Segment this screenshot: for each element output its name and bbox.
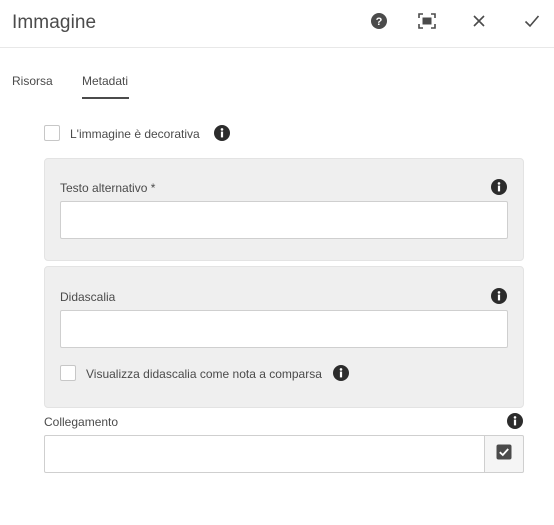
caption-popup-checkbox[interactable] — [60, 365, 76, 381]
fullscreen-icon — [418, 12, 436, 34]
close-button[interactable] — [465, 9, 493, 37]
close-icon — [472, 14, 486, 33]
caption-input[interactable] — [60, 310, 508, 348]
check-icon — [524, 14, 540, 33]
caption-popup-label: Visualizza didascalia come nota a compar… — [86, 367, 322, 381]
tab-risorsa[interactable]: Risorsa — [12, 74, 53, 88]
active-tab-indicator — [82, 97, 129, 99]
help-button[interactable]: ? — [365, 9, 393, 37]
decorative-checkbox[interactable] — [44, 125, 60, 141]
info-icon[interactable] — [333, 365, 349, 381]
dialog-header: Immagine ? — [0, 0, 554, 48]
link-picker-button[interactable] — [485, 435, 524, 473]
info-icon[interactable] — [491, 288, 507, 304]
fullscreen-button[interactable] — [413, 9, 441, 37]
caption-label: Didascalia — [60, 290, 116, 304]
alt-text-input[interactable] — [60, 201, 508, 239]
info-icon[interactable] — [507, 413, 523, 429]
dialog-title: Immagine — [12, 12, 97, 33]
info-icon[interactable] — [214, 125, 230, 141]
tab-metadati[interactable]: Metadati — [82, 74, 128, 88]
checkbox-checked-icon — [496, 444, 512, 465]
alt-text-label: Testo alternativo * — [60, 181, 156, 195]
link-input[interactable] — [44, 435, 485, 473]
help-icon: ? — [371, 12, 387, 34]
link-label: Collegamento — [44, 415, 119, 429]
decorative-label: L'immagine è decorativa — [70, 127, 200, 141]
svg-text:?: ? — [376, 16, 383, 28]
done-button[interactable] — [518, 9, 546, 37]
info-icon[interactable] — [491, 179, 507, 195]
